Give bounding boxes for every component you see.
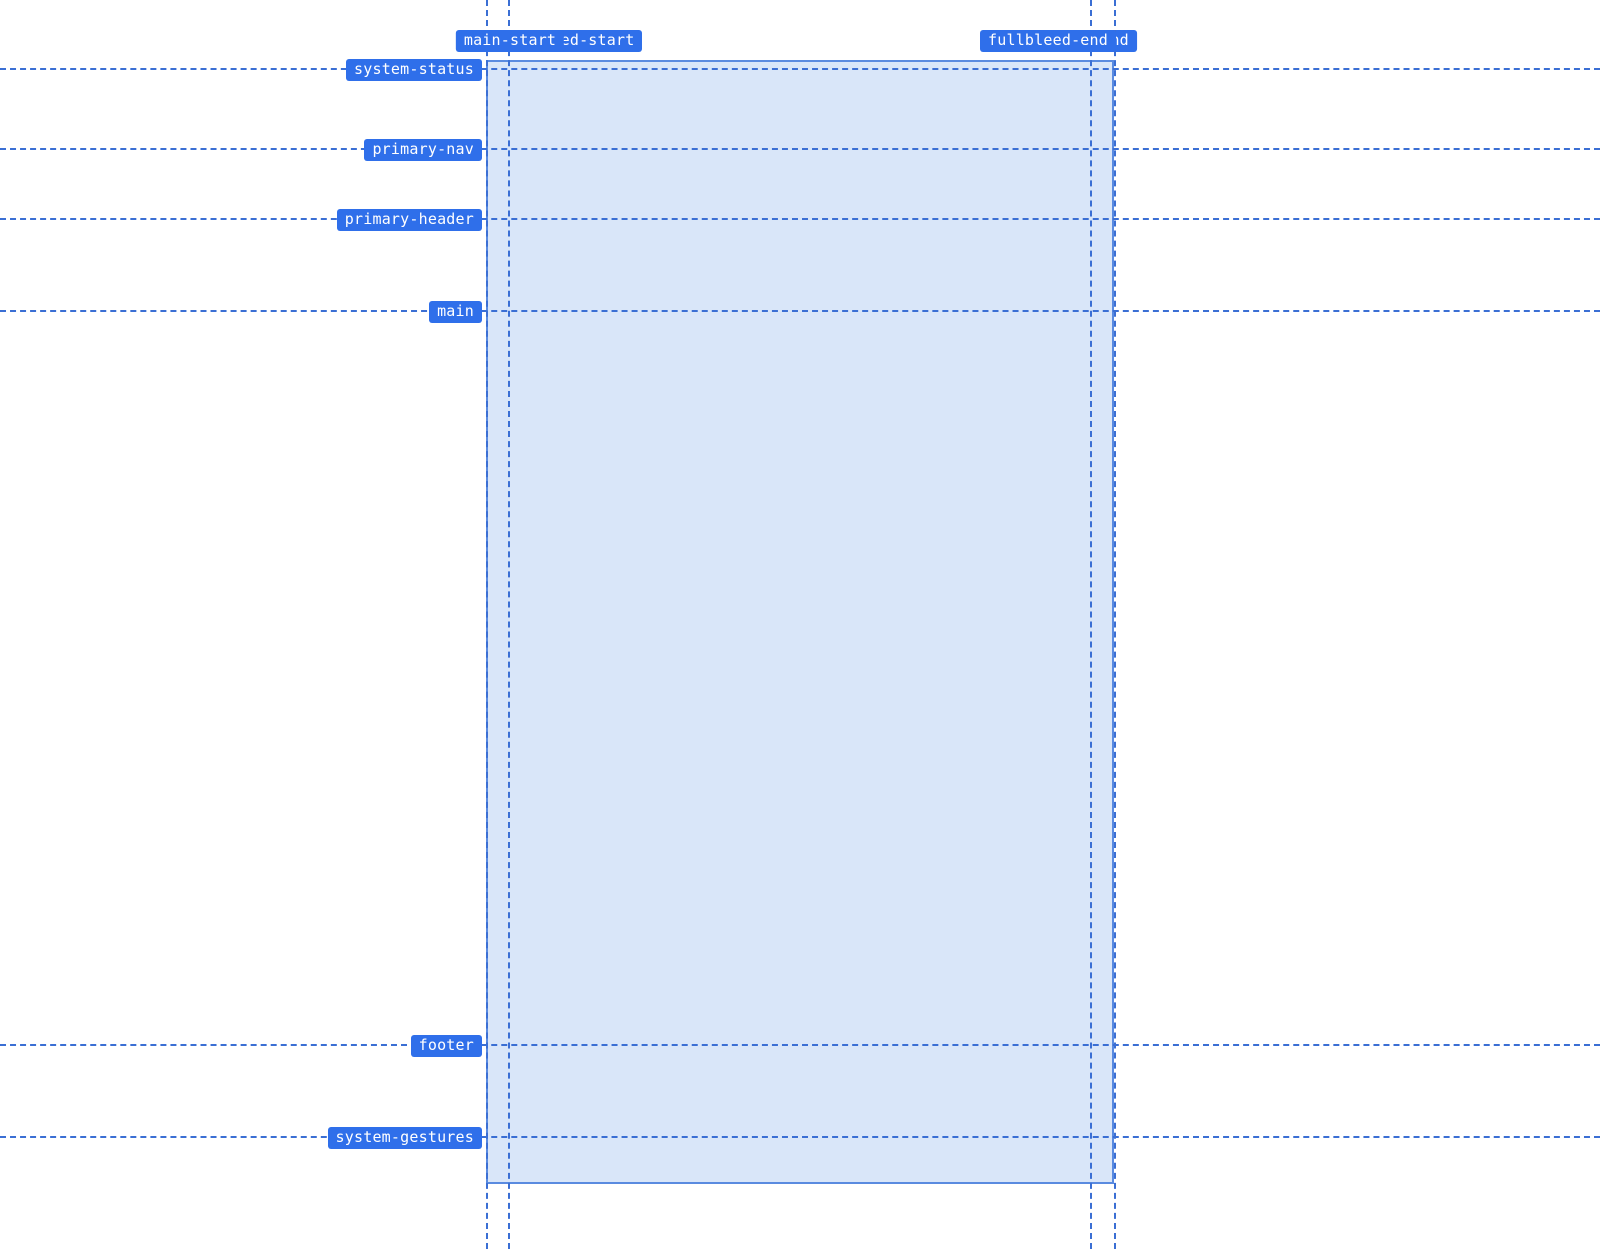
column-line-main-start: main-start: [508, 0, 510, 1249]
row-line-footer: footer: [0, 1044, 1600, 1046]
grid-diagram-canvas: fullbleed-start main-start main-end full…: [0, 0, 1600, 1249]
row-line-system-status: system-status: [0, 68, 1600, 70]
row-label-main: main: [429, 301, 482, 323]
grid-diagram-viewport: fullbleed-start main-start main-end full…: [0, 0, 1600, 1249]
row-line-system-gestures: system-gestures: [0, 1136, 1600, 1138]
row-line-main: main: [0, 310, 1600, 312]
row-label-primary-nav: primary-nav: [364, 139, 482, 161]
row-label-system-gestures: system-gestures: [328, 1127, 482, 1149]
row-line-primary-header: primary-header: [0, 218, 1600, 220]
grid-frame-highlight: [486, 60, 1114, 1184]
column-label-main-start: main-start: [456, 30, 564, 52]
column-line-fullbleed-start: fullbleed-start: [486, 0, 488, 1249]
row-label-primary-header: primary-header: [337, 209, 482, 231]
row-line-primary-nav: primary-nav: [0, 148, 1600, 150]
row-label-system-status: system-status: [346, 59, 482, 81]
column-line-fullbleed-end: fullbleed-end: [1114, 0, 1116, 1249]
row-label-footer: footer: [411, 1035, 482, 1057]
column-label-fullbleed-end: fullbleed-end: [980, 30, 1116, 52]
column-line-main-end: main-end: [1090, 0, 1092, 1249]
